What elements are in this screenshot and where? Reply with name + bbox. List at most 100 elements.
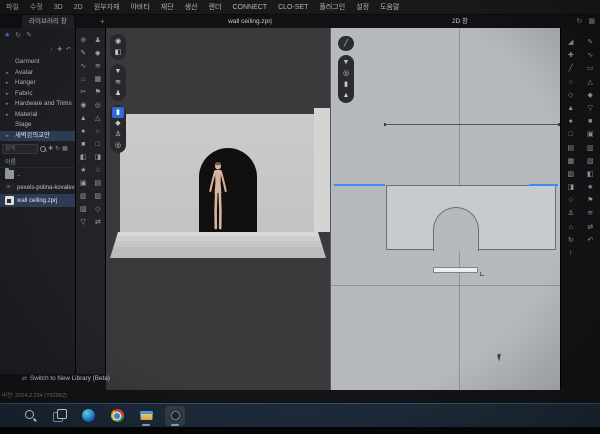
selected-edge-left[interactable] [334, 184, 385, 186]
tab-project[interactable]: wall ceiling.zprj [175, 15, 325, 28]
pleat-tool[interactable]: ▲ [567, 103, 574, 116]
search-icon[interactable] [40, 146, 46, 152]
edge[interactable] [78, 406, 98, 426]
pen-overlay-icon[interactable]: ╱ [340, 38, 352, 49]
dart-tool[interactable]: ◇ [568, 90, 573, 103]
library-tree-item[interactable]: Fabric [0, 89, 75, 100]
render-style-icon[interactable]: ◧ [112, 47, 124, 58]
file-row[interactable]: pexels-polina-kovaleva [0, 181, 75, 194]
edit-curve-tool[interactable]: ∿ [587, 50, 593, 63]
undo-icon[interactable]: ↶ [66, 44, 71, 56]
history-icon[interactable]: ↻ [15, 30, 21, 42]
unfold-2d-tool[interactable]: ▨ [567, 169, 574, 182]
show-garment-icon[interactable]: ▼ [112, 66, 124, 77]
file-explorer[interactable] [136, 406, 156, 426]
menu-item[interactable]: 렌더 [209, 2, 222, 12]
switch-new-library-link[interactable]: ⇄ Switch to New Library (Beta) [22, 375, 110, 382]
compare-tool[interactable]: ☆ [568, 195, 574, 208]
pan-tool[interactable]: ↶ [587, 235, 593, 248]
show-grid-icon[interactable]: ≋ [587, 208, 593, 221]
view-toggle-icon[interactable]: ▦ [62, 145, 68, 153]
zipper-tool[interactable]: ■ [81, 139, 85, 152]
trace-tool[interactable]: ◧ [587, 169, 594, 182]
show-seam-icon[interactable]: ⌂ [569, 222, 573, 235]
pin-tool[interactable]: ◆ [95, 48, 100, 61]
tack-tool[interactable]: ▥ [80, 191, 87, 204]
menu-item[interactable]: 2D [74, 4, 83, 11]
flag-pin-tool[interactable]: ⚑ [95, 87, 101, 100]
search-taskbar[interactable] [20, 406, 40, 426]
smooth-tool[interactable]: ▧ [94, 191, 101, 204]
chrome[interactable] [107, 406, 127, 426]
internal-line-tool[interactable]: ■ [588, 116, 592, 129]
print-area-tool[interactable]: ♙ [568, 208, 574, 221]
menu-item[interactable]: 원부자재 [94, 2, 120, 12]
menu-item[interactable]: CONNECT [232, 4, 267, 11]
sewing-tool[interactable]: ∿ [80, 61, 86, 74]
strain-view-tool[interactable]: ▽ [81, 217, 86, 230]
pen-2d-tool[interactable]: ╱ [569, 63, 573, 76]
transform-pattern-tool[interactable]: ◢ [568, 37, 573, 50]
menu-item[interactable]: 플러그인 [319, 2, 345, 12]
scissors-tool[interactable]: ✂ [80, 87, 86, 100]
library-tree-item[interactable]: Hanger [0, 78, 75, 89]
menu-item[interactable]: 설정 [356, 2, 369, 12]
solidify-tool[interactable]: ◎ [95, 100, 101, 113]
selected-edge-right[interactable] [529, 184, 558, 186]
topstitch-tool[interactable]: □ [96, 139, 100, 152]
symmetry-tool[interactable]: ▧ [587, 156, 594, 169]
grainline-tool[interactable]: ▣ [587, 129, 594, 142]
viewport-2d[interactable]: ╱ ▼◎▮▲ [330, 28, 560, 390]
library-tree-item[interactable]: Avatar [0, 68, 75, 79]
rect-tool[interactable]: ▭ [587, 63, 594, 76]
menu-item[interactable]: 파일 [6, 2, 19, 12]
baseline-tool[interactable]: □ [569, 129, 573, 142]
library-tree-item[interactable]: Material [0, 110, 75, 121]
notch-tool[interactable]: ◆ [588, 90, 593, 103]
show-fabric-2d-icon[interactable]: ▮ [340, 79, 352, 90]
menu-item[interactable]: 재단 [161, 2, 174, 12]
buttonhole-tool[interactable]: ○ [96, 126, 100, 139]
show-sewing-icon[interactable]: ≋ [112, 77, 124, 88]
measure-2d-tool[interactable]: ★ [587, 182, 593, 195]
mannequin-display-icon[interactable]: ♙ [112, 129, 124, 140]
library-tree-item[interactable]: Garment [0, 57, 75, 68]
pen-3d-tool[interactable]: ✎ [80, 48, 86, 61]
menu-item[interactable]: 아바타 [130, 2, 149, 12]
transform-gizmo-tool[interactable]: ⊕ [80, 35, 86, 48]
search-input[interactable] [2, 144, 38, 154]
sync-icon[interactable]: ↻ [577, 16, 583, 28]
show-pattern-icon[interactable]: ▼ [340, 57, 352, 68]
add-tab-button[interactable]: + [100, 16, 105, 27]
library-tree-item[interactable]: Stage [0, 120, 75, 131]
add-file-icon[interactable]: ✚ [48, 145, 53, 153]
fabric-kit-tool[interactable]: ▦ [94, 74, 101, 87]
file-row[interactable]: wall ceiling.zprj [0, 194, 75, 207]
wind-tool[interactable]: ▨ [80, 204, 87, 217]
pattern-text-tool[interactable]: ▥ [587, 143, 594, 156]
sync-view-tool[interactable]: ⇄ [95, 217, 101, 230]
show-texture-icon[interactable]: ▲ [340, 90, 352, 101]
texture-2d-tool[interactable]: ⇄ [587, 222, 593, 235]
shrink-tool[interactable]: ◧ [80, 152, 87, 165]
move-up-icon[interactable]: ↑ [50, 44, 53, 56]
camera-view-icon[interactable]: ◉ [112, 36, 124, 47]
fit-check-tool[interactable]: ★ [80, 165, 86, 178]
menu-item[interactable]: 3D [54, 4, 63, 11]
show-fabric-icon[interactable]: ▮ [112, 107, 124, 118]
environment-icon[interactable]: ◎ [112, 140, 124, 151]
show-avatar-icon[interactable]: ♟ [112, 88, 124, 99]
edit-library-icon[interactable]: ✎ [26, 30, 32, 42]
steam-tool[interactable]: ◉ [80, 100, 86, 113]
pattern-edge-line[interactable] [385, 124, 559, 125]
tab-2d-window[interactable]: 2D 창 [430, 15, 490, 28]
add-point-tool[interactable]: ✚ [568, 50, 574, 63]
settings-2d-icon[interactable]: ↑ [569, 248, 573, 261]
zoom-tool[interactable]: ↻ [568, 235, 574, 248]
file-row[interactable]: .. [0, 168, 75, 181]
show-info-icon[interactable]: ◎ [340, 68, 352, 79]
menu-item[interactable]: 생산 [185, 2, 198, 12]
annotation-tool[interactable]: ▤ [567, 143, 574, 156]
free-sewing-tool[interactable]: ≋ [95, 61, 101, 74]
add-library-icon[interactable]: ✚ [57, 44, 62, 56]
